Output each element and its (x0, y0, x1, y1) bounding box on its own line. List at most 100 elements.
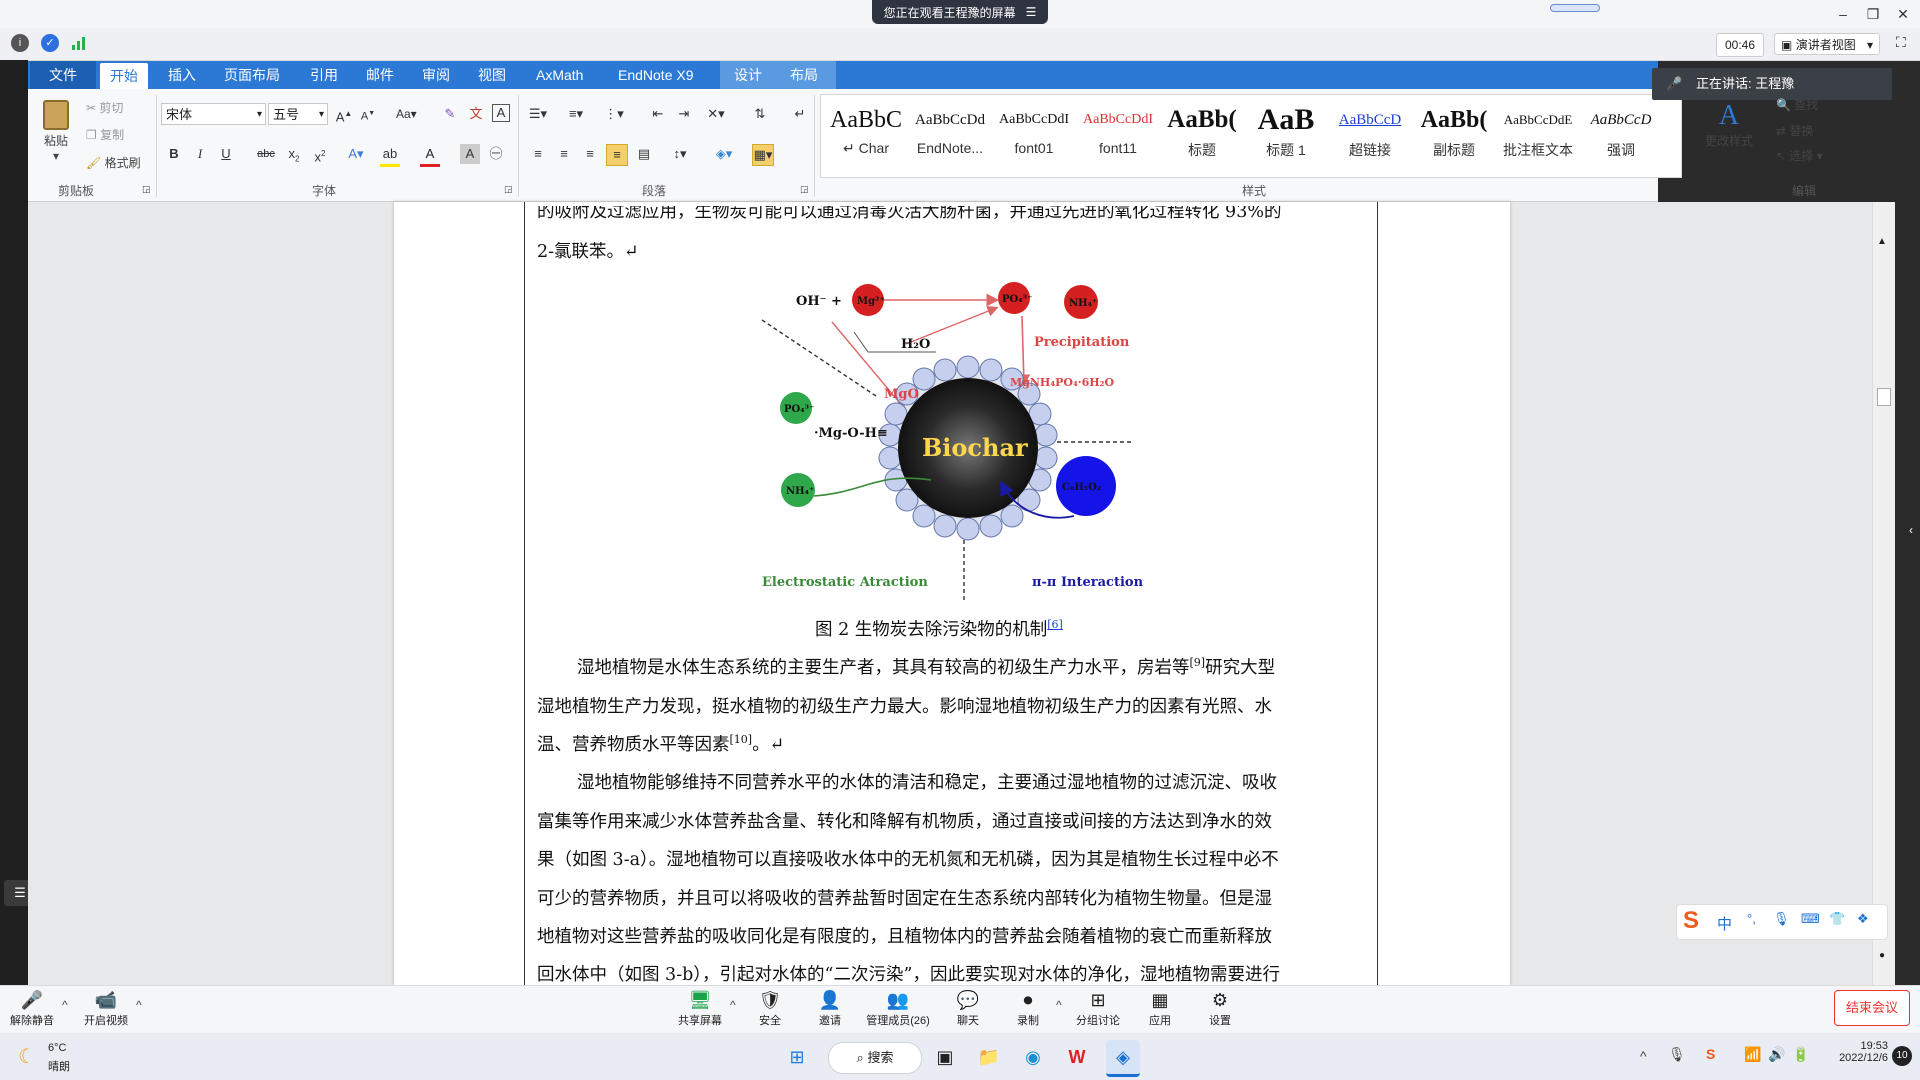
shading-icon[interactable]: ◈▾ (714, 144, 734, 164)
replace-button[interactable]: ⇄ 替换 (1776, 122, 1813, 139)
chevron-up-icon[interactable]: ^ (730, 998, 736, 1012)
style-title[interactable]: AaBb(标题 (1160, 100, 1244, 166)
tray-mic-icon[interactable]: 🎙 (1668, 1046, 1686, 1063)
copy-button[interactable]: ❐ 复制 (86, 126, 124, 143)
strikethrough-icon[interactable]: abc (256, 144, 276, 164)
font-size-combo[interactable]: 五号 ▾ (268, 103, 328, 125)
bold-icon[interactable]: B (164, 144, 184, 164)
highlight-icon[interactable]: ab (380, 144, 400, 167)
text-effect-icon[interactable]: A▾ (346, 144, 366, 164)
tab-mailings[interactable]: 邮件 (356, 61, 404, 89)
subscript-icon[interactable]: x2 (284, 144, 304, 164)
font-color-icon[interactable]: A (420, 144, 440, 167)
ime-lang[interactable]: 中 (1717, 913, 1732, 934)
align-left-icon[interactable]: ≡ (528, 144, 548, 164)
vertical-scrollbar[interactable]: ▲ ● (1872, 202, 1895, 985)
security-button[interactable]: 🛡 安全 (740, 988, 800, 1028)
chevron-up-icon[interactable]: ^ (62, 998, 68, 1012)
style-subtitle[interactable]: AaBb(副标题 (1412, 100, 1496, 166)
info-icon[interactable]: i (11, 34, 29, 52)
edge-icon[interactable]: ◉ (1016, 1040, 1050, 1074)
dialog-launcher-icon[interactable]: ◲ (142, 184, 151, 195)
shield-icon[interactable]: ✓ (41, 34, 59, 52)
record-button[interactable]: ⏺ 录制 (998, 988, 1058, 1028)
clear-format-icon[interactable]: ✎ (440, 104, 460, 124)
side-panel-toggle[interactable]: ‹ (1902, 510, 1920, 550)
format-painter-button[interactable]: 🖌 格式刷 (86, 154, 141, 171)
bullets-icon[interactable]: ☰▾ (528, 104, 548, 124)
grow-font-icon[interactable]: A▲ (334, 104, 354, 124)
select-button[interactable]: ↖ 选择 ▾ (1776, 147, 1823, 164)
cut-button[interactable]: ✂ 剪切 (86, 99, 123, 116)
dialog-launcher-icon[interactable]: ◲ (800, 184, 809, 195)
style-font01[interactable]: AaBbCcDdI font01 (992, 100, 1076, 166)
file-explorer-icon[interactable]: 📁 (972, 1040, 1006, 1074)
apps-button[interactable]: ▦ 应用 (1130, 988, 1190, 1028)
numbering-icon[interactable]: ≡▾ (566, 104, 586, 124)
align-center-icon[interactable]: ≡ (554, 144, 574, 164)
style-char[interactable]: AaBbC ↵ Char (824, 100, 908, 166)
italic-icon[interactable]: I (190, 144, 210, 164)
fullscreen-icon[interactable]: ⛶ (1896, 34, 1906, 51)
start-video-button[interactable]: 📹 开启视频 (76, 988, 136, 1028)
shrink-font-icon[interactable]: A▼ (358, 104, 378, 124)
chevron-up-icon[interactable]: ^ (136, 998, 142, 1012)
font-name-combo[interactable]: 宋体 ▾ (161, 103, 266, 125)
enclose-char-icon[interactable]: ㊀ (486, 144, 506, 164)
tab-axmath[interactable]: AxMath (526, 61, 593, 89)
tab-insert[interactable]: 插入 (158, 61, 206, 89)
taskbar-search[interactable]: ⌕ 搜索 (828, 1042, 922, 1074)
tab-page-layout[interactable]: 页面布局 (214, 61, 290, 89)
style-hyperlink[interactable]: AaBbCcD 超链接 (1328, 100, 1412, 166)
style-emphasis[interactable]: AaBbCcD 强调 (1580, 100, 1662, 166)
scroll-up-icon[interactable]: ▲ (1877, 236, 1887, 247)
line-spacing-icon[interactable]: ↕▾ (670, 144, 690, 164)
share-screen-button[interactable]: 🖥 共享屏幕 (670, 988, 730, 1028)
mic-icon[interactable]: 🎙 (1773, 911, 1790, 927)
start-icon[interactable]: ⊞ (780, 1040, 814, 1074)
tab-view[interactable]: 视图 (468, 61, 516, 89)
show-marks-icon[interactable]: ↵ (790, 104, 810, 124)
skin-icon[interactable]: 👕 (1829, 911, 1845, 927)
chat-button[interactable]: 💬 聊天 (938, 988, 998, 1028)
paste-button[interactable]: 粘贴 ▾ (36, 96, 76, 172)
find-button[interactable]: 🔍 查找 (1776, 96, 1818, 113)
tray-chevron-up-icon[interactable]: ^ (1640, 1048, 1647, 1064)
wifi-icon[interactable]: 📶 (1744, 1046, 1761, 1063)
increase-indent-icon[interactable]: ⇥ (674, 104, 694, 124)
ime-toolbar[interactable]: S 中 °, 🎙 ⌨ 👕 ❖ (1676, 904, 1888, 940)
clock[interactable]: 19:53 2022/12/6 (1816, 1040, 1888, 1064)
signal-icon[interactable] (72, 36, 88, 50)
distribute-icon[interactable]: ▤ (634, 144, 654, 164)
settings-button[interactable]: ⚙ 设置 (1190, 988, 1250, 1028)
tab-home[interactable]: 开始 (100, 63, 148, 89)
char-shading-icon[interactable]: A (460, 144, 480, 164)
toolbox-icon[interactable]: ❖ (1857, 911, 1869, 927)
scroll-down-icon[interactable]: ● (1879, 950, 1885, 961)
tab-layout[interactable]: 布局 (780, 61, 828, 89)
manage-members-button[interactable]: 👥 管理成员(26) (862, 988, 934, 1028)
superscript-icon[interactable]: x2 (310, 144, 330, 164)
task-view-icon[interactable]: ▣ (928, 1040, 962, 1074)
invite-button[interactable]: 👤 邀请 (800, 988, 860, 1028)
volume-icon[interactable]: 🔊 (1768, 1046, 1785, 1063)
meeting-app-icon[interactable]: ◈ (1106, 1040, 1140, 1077)
phonetic-guide-icon[interactable]: 文 (466, 104, 486, 124)
tab-endnote[interactable]: EndNote X9 (608, 61, 704, 89)
multilevel-list-icon[interactable]: ⋮▾ (604, 104, 624, 124)
restore-icon[interactable]: ❐ (1862, 4, 1884, 24)
weather-widget[interactable]: ☾ 6°C 晴朗 (18, 1040, 88, 1074)
close-icon[interactable]: ✕ (1892, 4, 1914, 24)
citation-ref[interactable]: [9] (1190, 656, 1206, 669)
breakout-button[interactable]: ⊞ 分组讨论 (1068, 988, 1128, 1028)
share-banner[interactable]: 您正在观看王程豫的屏幕 ☰ (872, 0, 1048, 24)
align-right-icon[interactable]: ≡ (580, 144, 600, 164)
style-font11[interactable]: AaBbCcDdI font11 (1076, 100, 1160, 166)
minimize-icon[interactable]: – (1832, 4, 1854, 24)
sort-icon[interactable]: ⇅ (750, 104, 770, 124)
chinese-layout-icon[interactable]: ✕▾ (706, 104, 726, 124)
tab-design[interactable]: 设计 (724, 61, 772, 89)
change-case-icon[interactable]: Aa▾ (396, 104, 417, 124)
tab-file[interactable]: 文件 (30, 61, 96, 89)
keyboard-icon[interactable]: ⌨ (1801, 911, 1820, 927)
